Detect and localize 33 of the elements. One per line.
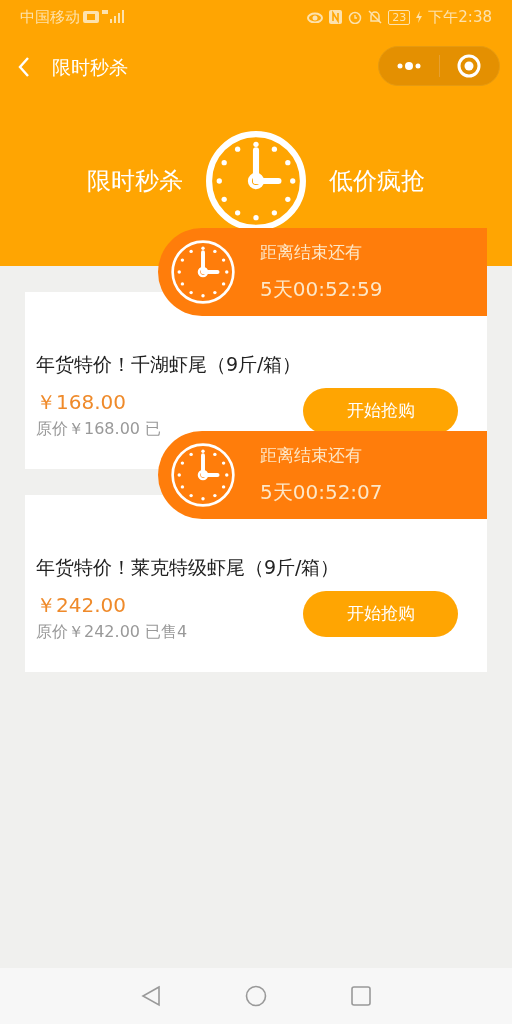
sale-price: ￥242.00 (36, 591, 127, 619)
home-nav-icon[interactable] (245, 985, 267, 1007)
hero-slogan: 限时秒杀 (86, 166, 183, 197)
hero-slogan: 低价疯抢 (329, 166, 426, 197)
carrier-name: 中国移动 (20, 6, 80, 28)
hd-icon (83, 11, 99, 23)
sale-price: ￥168.00 (36, 388, 127, 416)
recents-nav-icon[interactable] (351, 986, 371, 1006)
clock-icon (170, 442, 236, 508)
page-title: 限时秒杀 (52, 54, 128, 80)
product-title: 年货特价！千湖虾尾（9斤/箱） (36, 352, 303, 377)
chevron-left-icon (18, 56, 30, 78)
more-dots-icon (395, 62, 422, 70)
buy-button[interactable]: 开始抢购 (303, 387, 458, 434)
eye-icon (307, 11, 324, 23)
back-nav-icon[interactable] (141, 985, 161, 1007)
countdown-label: 距离结束还有 (260, 444, 363, 468)
product-title: 年货特价！莱克特级虾尾（9斤/箱） (36, 555, 341, 580)
signal-icon (102, 10, 126, 24)
target-icon (457, 54, 482, 78)
buy-button[interactable]: 开始抢购 (303, 590, 458, 637)
battery-level: 23 (388, 9, 411, 25)
clock-icon (170, 239, 236, 305)
original-price-sold: 原价￥168.00 已 (36, 417, 162, 440)
countdown-time: 5天00:52:59 (260, 275, 383, 303)
clock-time: 下午2:38 (428, 6, 492, 28)
charging-icon (416, 11, 423, 23)
nfc-icon (329, 10, 343, 24)
mute-icon (368, 10, 383, 24)
countdown-time: 5天00:52:07 (260, 478, 383, 506)
countdown-label: 距离结束还有 (260, 241, 363, 265)
alarm-icon (348, 10, 363, 24)
original-price-sold: 原价￥242.00 已售4 (36, 620, 188, 643)
